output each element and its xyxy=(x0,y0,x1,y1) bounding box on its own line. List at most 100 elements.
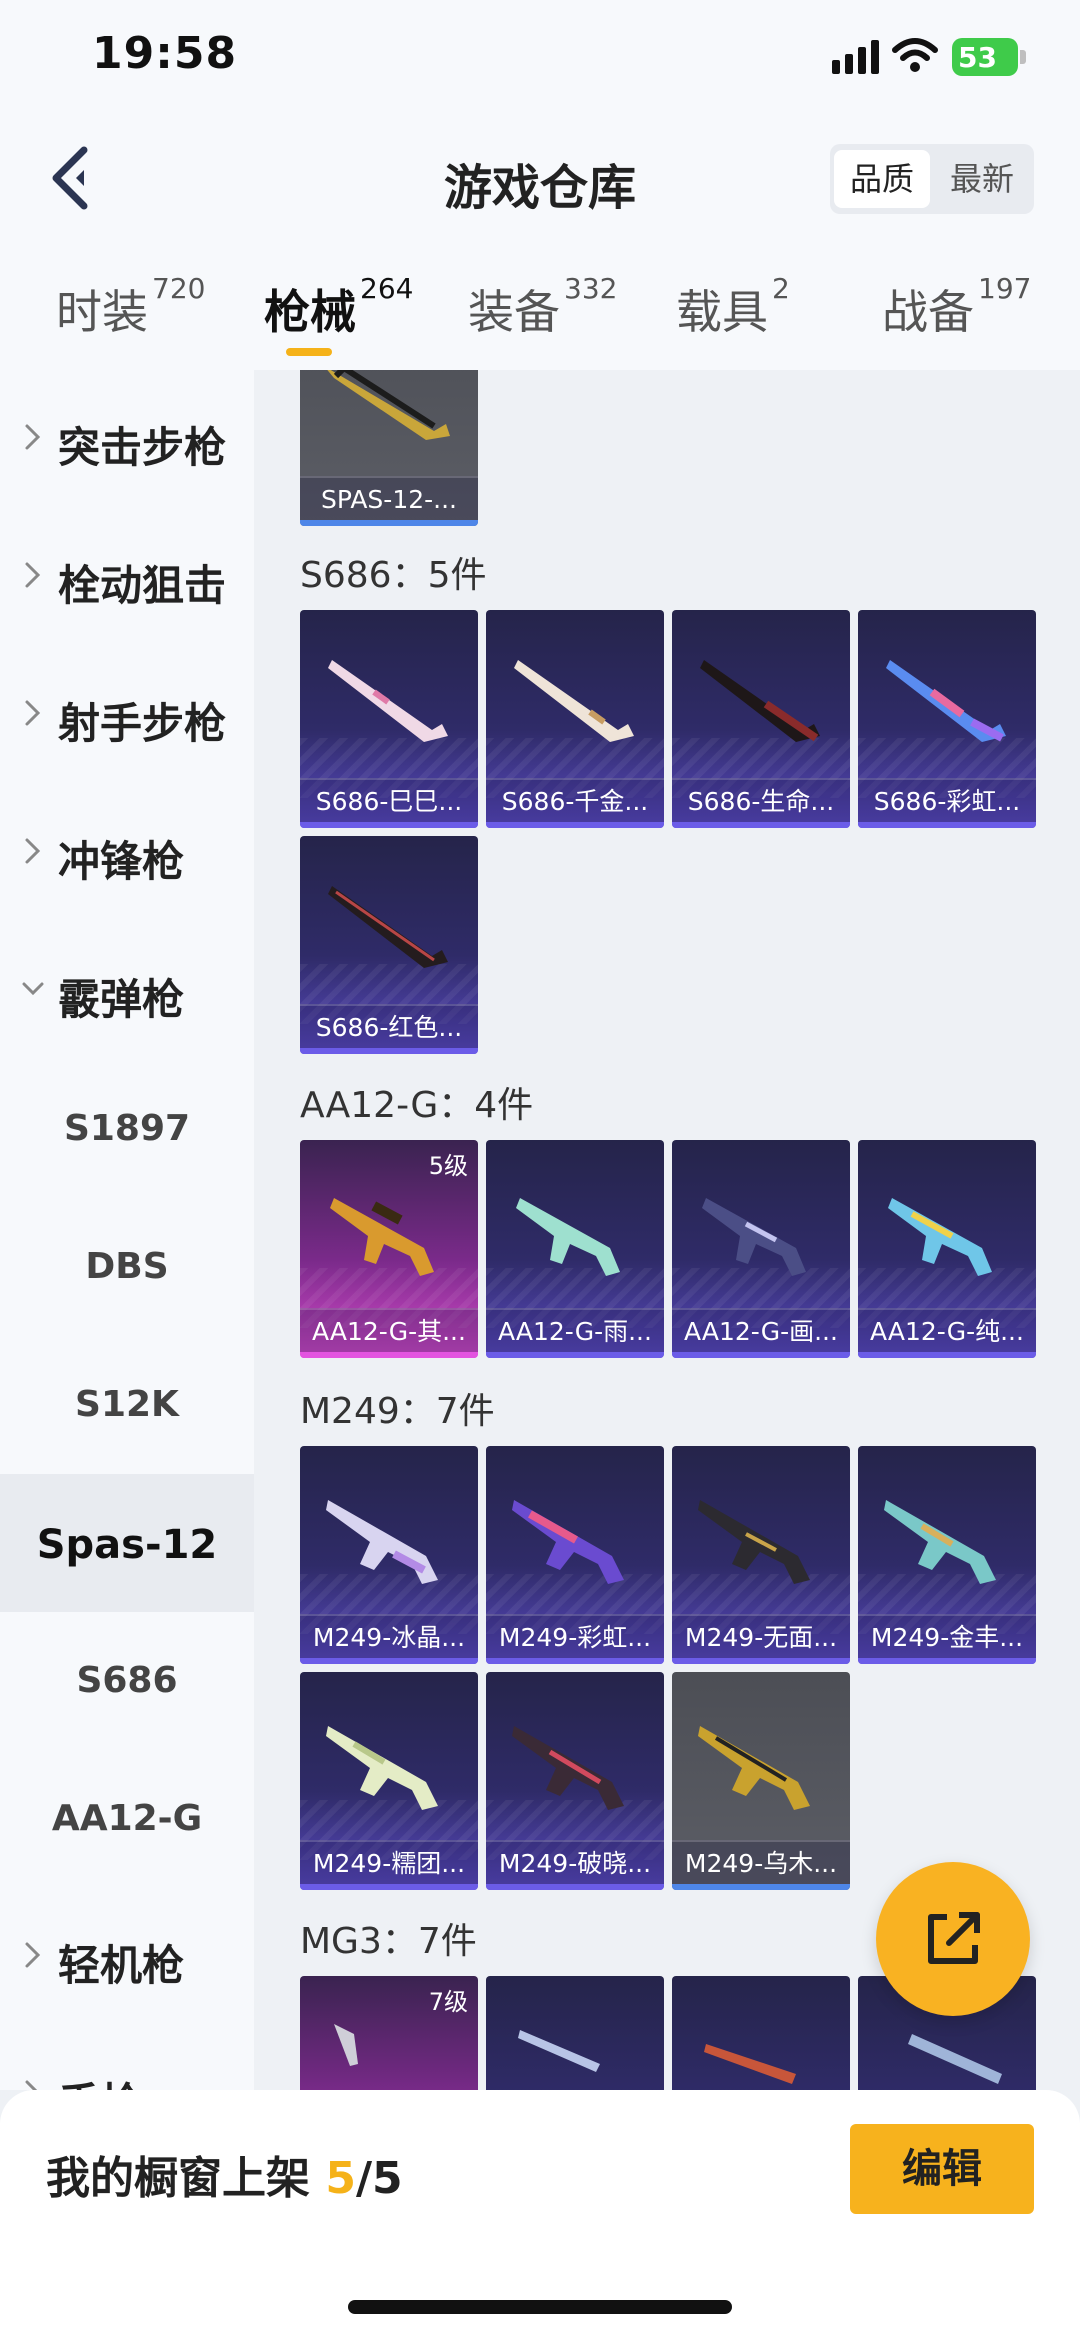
tab-label: 载具 xyxy=(676,285,768,339)
rarity-bar xyxy=(672,1884,850,1890)
machine-gun-icon xyxy=(512,1726,624,1810)
sidebar-subitem-s12k[interactable]: S12K xyxy=(0,1336,254,1474)
sidebar-item-label: 射手步枪 xyxy=(58,699,227,748)
shotgun-icon xyxy=(327,370,450,440)
weapon-card[interactable]: S686-生命... xyxy=(672,610,850,828)
sidebar-subitem-dbs[interactable]: DBS xyxy=(0,1198,254,1336)
shotgun-icon xyxy=(700,660,820,742)
sidebar-item-label: 冲锋枪 xyxy=(58,837,185,886)
weapon-card[interactable]: M249-无面... xyxy=(672,1446,850,1664)
sidebar-subitem-label: Spas-12 xyxy=(36,1522,218,1568)
machine-gun-icon xyxy=(884,1500,996,1584)
weapon-card[interactable]: 5级 AA12-G-其... xyxy=(300,1140,478,1358)
rarity-bar xyxy=(858,822,1036,828)
weapon-card[interactable]: AA12-G-纯... xyxy=(858,1140,1036,1358)
share-button[interactable] xyxy=(876,1862,1030,2016)
sidebar-subitem-spas12[interactable]: Spas-12 xyxy=(0,1474,254,1612)
sidebar-subitem-aa12g[interactable]: AA12-G xyxy=(0,1750,254,1888)
section-title-s686: S686：5件 xyxy=(300,555,487,596)
sidebar-item-lmg[interactable]: 轻机枪 xyxy=(0,1888,254,2026)
tab-equipment[interactable]: 装备 332 xyxy=(468,272,617,342)
sidebar-subitem-s686[interactable]: S686 xyxy=(0,1612,254,1750)
rarity-bar xyxy=(858,1352,1036,1358)
cellular-signal-icon xyxy=(832,40,879,74)
weapon-card[interactable]: 7级 xyxy=(300,1976,478,2090)
weapon-card[interactable]: S686-彩虹... xyxy=(858,610,1036,828)
chevron-right-icon xyxy=(25,424,41,450)
weapon-card[interactable]: M249-糯团... xyxy=(300,1672,478,1890)
weapon-name: AA12-G-纯... xyxy=(858,1308,1036,1352)
weapon-card[interactable]: M249-彩虹... xyxy=(486,1446,664,1664)
weapon-name: S686-巳巳... xyxy=(300,778,478,822)
weapon-card[interactable]: M249-破晓... xyxy=(486,1672,664,1890)
tab-count: 264 xyxy=(360,272,414,305)
tab-count: 332 xyxy=(564,272,618,305)
weapon-card[interactable]: S686-巳巳... xyxy=(300,610,478,828)
rarity-bar xyxy=(672,1352,850,1358)
rarity-bar xyxy=(672,822,850,828)
tab-outfits[interactable]: 时装 720 xyxy=(56,272,205,342)
weapon-name: M249-彩虹... xyxy=(486,1614,664,1658)
showcase-label: 我的橱窗上架 xyxy=(46,2153,310,2204)
tab-count: 720 xyxy=(152,272,206,305)
weapon-card[interactable]: SPAS-12-... xyxy=(300,370,478,526)
machine-gun-icon xyxy=(518,2030,600,2072)
sort-quality-button[interactable]: 品质 xyxy=(834,150,930,208)
battery-indicator: 53 xyxy=(952,38,1026,76)
weapon-name: S686-生命... xyxy=(672,778,850,822)
sidebar-item-label: 霰弹枪 xyxy=(58,975,185,1024)
rifle-icon xyxy=(330,1198,434,1276)
tab-vehicles[interactable]: 载具 2 xyxy=(676,272,790,342)
sort-newest-button[interactable]: 最新 xyxy=(934,150,1030,208)
sidebar-item-assault-rifle[interactable]: 突击步枪 xyxy=(0,370,254,508)
machine-gun-icon xyxy=(698,1726,810,1810)
rarity-bar xyxy=(300,520,478,526)
weapon-card[interactable]: M249-冰晶... xyxy=(300,1446,478,1664)
tab-label: 战备 xyxy=(882,285,974,339)
edit-button[interactable]: 编辑 xyxy=(850,2124,1034,2214)
rarity-bar xyxy=(300,1658,478,1664)
sidebar-item-bolt-sniper[interactable]: 栓动狙击 xyxy=(0,508,254,646)
weapon-card[interactable]: S686-红色... xyxy=(300,836,478,1054)
rarity-bar xyxy=(486,1884,664,1890)
weapon-card[interactable]: S686-千金... xyxy=(486,610,664,828)
sidebar-subitem-label: DBS xyxy=(85,1246,169,1287)
tab-firearms[interactable]: 枪械 264 xyxy=(264,272,413,342)
weapon-name: SPAS-12-... xyxy=(300,476,478,520)
sidebar-subitem-s1897[interactable]: S1897 xyxy=(0,1060,254,1198)
sidebar-item-marksman-rifle[interactable]: 射手步枪 xyxy=(0,646,254,784)
weapon-card[interactable]: AA12-G-雨... xyxy=(486,1140,664,1358)
machine-gun-icon xyxy=(512,1500,624,1584)
weapon-card[interactable] xyxy=(672,1976,850,2090)
sidebar-item-pistol[interactable]: 手枪 xyxy=(0,2026,254,2090)
weapon-name: M249-破晓... xyxy=(486,1840,664,1884)
sidebar-subitem-label: AA12-G xyxy=(51,1798,203,1839)
sidebar-subitem-label: S1897 xyxy=(63,1108,191,1149)
showcase-count: 5 xyxy=(325,2153,356,2204)
weapon-grid: SPAS-12-... S686：5件 S686-巳巳... S686-千金..… xyxy=(254,370,1080,2090)
weapon-card[interactable] xyxy=(486,1976,664,2090)
tab-tactical[interactable]: 战备 197 xyxy=(882,272,1031,342)
chevron-down-icon xyxy=(22,982,44,996)
tab-count: 2 xyxy=(772,272,790,305)
rarity-bar xyxy=(486,1352,664,1358)
showcase-total: /5 xyxy=(355,2153,403,2204)
sidebar-item-shotgun[interactable]: 霰弹枪 xyxy=(0,922,254,1060)
chevron-right-icon xyxy=(25,838,41,864)
rarity-bar xyxy=(300,1048,478,1054)
weapon-card[interactable]: M249-金丰... xyxy=(858,1446,1036,1664)
chevron-right-icon xyxy=(25,700,41,726)
chevron-right-icon xyxy=(25,1942,41,1968)
machine-gun-icon xyxy=(334,2024,358,2066)
weapon-card[interactable]: M249-乌木... xyxy=(672,1672,850,1890)
active-tab-indicator xyxy=(286,348,332,356)
status-time: 19:58 xyxy=(92,28,238,79)
sort-toggle: 品质 最新 xyxy=(830,144,1034,214)
machine-gun-icon xyxy=(704,2044,796,2084)
showcase-status: 我的橱窗上架 5/5 xyxy=(46,2142,403,2206)
machine-gun-icon xyxy=(326,1500,438,1584)
rarity-bar xyxy=(486,1658,664,1664)
sidebar-item-smg[interactable]: 冲锋枪 xyxy=(0,784,254,922)
weapon-card[interactable]: AA12-G-画... xyxy=(672,1140,850,1358)
sidebar-item-label: 手枪 xyxy=(58,2070,142,2090)
